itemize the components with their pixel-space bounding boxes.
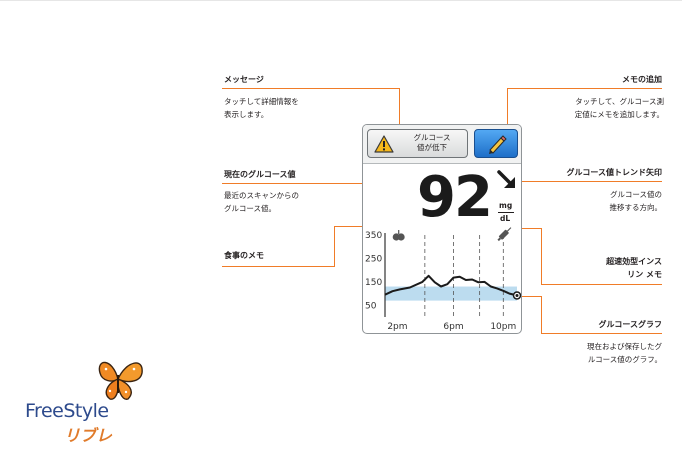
callout-current-title: 現在のグルコース値: [224, 170, 296, 179]
current-point-dot: [515, 293, 519, 297]
unit-mg: mg: [499, 201, 513, 210]
y-tick-label: 50: [365, 301, 377, 311]
y-tick-label: 350: [365, 231, 382, 241]
glucose-graph: 350 250 150 50 2pm 6pm 10pm: [365, 227, 521, 332]
callout-graph-drop: [541, 296, 542, 334]
callout-insulin-drop: [541, 228, 542, 285]
reader-top-bar: グルコース 値が低下: [363, 125, 521, 164]
message-button[interactable]: グルコース 値が低下: [367, 129, 468, 158]
reader-screen: グルコース 値が低下 92 mg dL 350 250 150 50 2pm 6pm 10p…: [362, 124, 522, 334]
callout-food-rise: [334, 226, 335, 267]
callout-graph-title: グルコースグラフ: [598, 320, 662, 329]
callout-message-drop: [399, 88, 400, 129]
callout-note-desc: タッチして、グルコース測 定値にメモを追加します。: [574, 97, 664, 119]
callout-food-line: [222, 266, 334, 267]
y-tick-label: 250: [365, 254, 382, 264]
trend-arrow-icon: [497, 170, 515, 188]
callout-insulin-line: [541, 284, 662, 285]
callout-message-title: メッセージ: [224, 75, 264, 84]
callout-trend-title: グルコース値トレンド矢印: [566, 168, 662, 177]
top-divider: [0, 0, 682, 1]
syringe-icon: [497, 227, 512, 242]
apple-icon: [392, 230, 405, 241]
callout-trend-desc: グルコース値の 推移する方向。: [609, 190, 663, 212]
x-tick-label: 2pm: [387, 322, 407, 332]
callout-food-title: 食事のメモ: [224, 251, 264, 260]
callout-trend-line: [520, 181, 662, 182]
x-tick-label: 6pm: [443, 322, 463, 332]
brand-name: FreeStyle: [25, 400, 109, 422]
callout-message-line: [222, 88, 400, 89]
message-text: グルコース 値が低下: [413, 133, 451, 152]
y-tick-label: 150: [365, 278, 382, 288]
unit-dl: dL: [500, 214, 511, 223]
callout-current-desc: 最近のスキャンからの グルコース値。: [224, 191, 299, 213]
callout-graph-desc: 現在および保存したグ ルコース値のグラフ。: [587, 342, 662, 364]
brand-sub: リブレ: [64, 426, 113, 445]
unit-divider: [498, 212, 514, 213]
callout-graph-line: [541, 333, 662, 334]
callout-note-title: メモの追加: [622, 75, 662, 84]
callout-insulin-title: 超速効型インス リン メモ: [606, 257, 662, 279]
warning-icon: [374, 135, 394, 153]
add-note-button[interactable]: [474, 129, 518, 158]
callout-note-line: [507, 88, 662, 89]
callout-note-drop: [507, 88, 508, 129]
callout-message-desc: タッチして詳細情報を 表示します。: [224, 97, 299, 119]
x-tick-label: 10pm: [490, 322, 516, 332]
pencil-icon: [489, 135, 507, 154]
